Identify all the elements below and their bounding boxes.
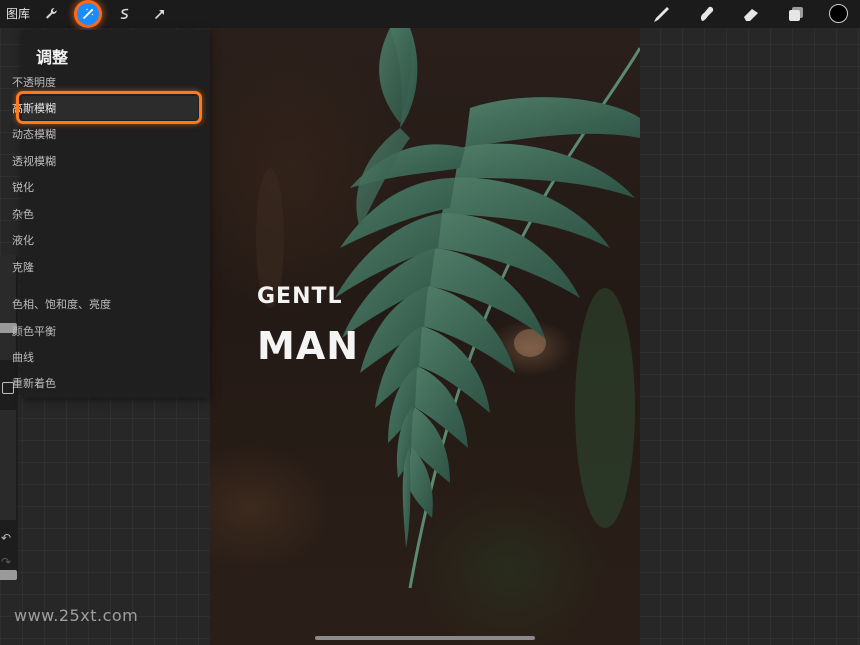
poster-title-line1: GENTL [257,284,343,309]
layers-button[interactable] [786,4,806,24]
adjustments-button[interactable] [77,3,99,25]
wrench-icon [46,8,57,19]
home-indicator[interactable] [315,636,535,640]
menu-item-sharpen[interactable]: 锐化 [12,181,34,195]
menu-item-gaussian-blur[interactable]: 高斯模糊 [12,102,56,116]
actions-button[interactable] [42,4,62,24]
top-toolbar: 图库 [0,0,860,28]
transform-button[interactable] [150,4,170,24]
redo-button[interactable]: ↷ [1,555,11,569]
artwork-canvas[interactable]: GENTL MAN [210,28,640,645]
menu-item-motion-blur[interactable]: 动态模糊 [12,128,56,142]
brush-opacity-slider[interactable] [0,410,17,580]
menu-item-color-balance[interactable]: 颜色平衡 [12,325,56,339]
redo-icon: ↷ [1,555,12,569]
layers-icon [789,7,803,21]
brush-opacity-slider-thumb[interactable] [0,570,17,580]
gallery-button[interactable]: 图库 [6,6,30,22]
menu-item-opacity[interactable]: 不透明度 [12,76,56,90]
eraser-button[interactable] [741,4,761,24]
magic-wand-icon [83,8,94,19]
eraser-icon [744,9,758,21]
menu-item-perspective-blur[interactable]: 透视模糊 [12,155,56,169]
smudge-button[interactable] [697,4,717,24]
arrow-icon [155,10,164,19]
menu-title: 调整 [36,48,69,67]
menu-item-clone[interactable]: 克隆 [12,261,34,275]
brush-icon [654,7,669,22]
selection-icon [120,8,129,19]
selection-button[interactable] [115,4,135,24]
color-swatch[interactable] [829,4,848,23]
undo-button[interactable]: ↶ [1,531,11,545]
procreate-app: 图库 GENTL MAN ↶ ↷ 调整 不透明度 高斯模糊 动态模糊 透视模糊 … [0,0,860,645]
menu-item-liquify[interactable]: 液化 [12,234,34,248]
menu-item-curves[interactable]: 曲线 [12,351,34,365]
smudge-icon [700,6,714,21]
undo-icon: ↶ [1,531,12,545]
brush-button[interactable] [652,4,672,24]
menu-item-hue-saturation-brightness[interactable]: 色相、饱和度、亮度 [12,298,111,312]
poster-title-line2: MAN [257,324,360,368]
watermark: www.25xt.com [14,606,139,625]
menu-item-recolor[interactable]: 重新着色 [12,377,56,391]
menu-item-noise[interactable]: 杂色 [12,208,34,222]
